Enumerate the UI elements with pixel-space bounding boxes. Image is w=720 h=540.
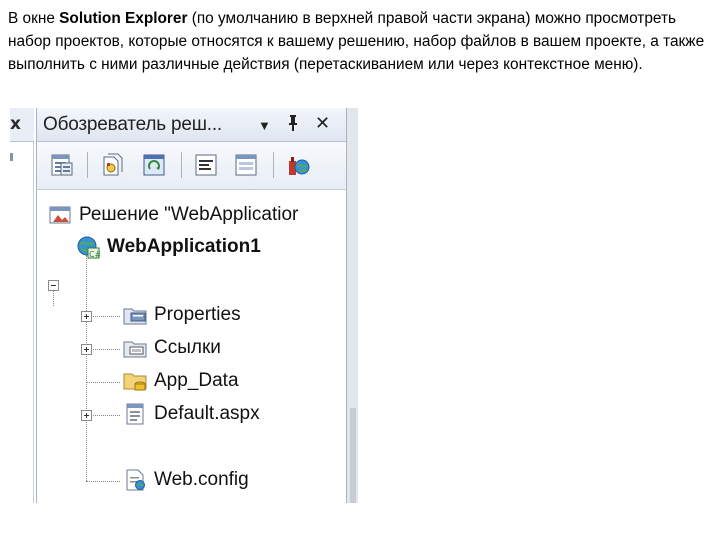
tree-item-label: WebApplication1 — [107, 236, 261, 257]
tree-line — [86, 481, 120, 482]
svg-text:C#: C# — [89, 250, 100, 259]
caption-bold: Solution Explorer — [59, 10, 188, 27]
tree-item-properties[interactable]: Properties — [123, 302, 241, 328]
explorer-toolbar — [37, 142, 346, 190]
tree-item-label: Default.aspx — [154, 403, 260, 424]
view-code-icon[interactable] — [193, 151, 219, 179]
tree-item-web-config[interactable]: Web.config — [123, 467, 249, 493]
close-icon[interactable]: ✕ — [315, 113, 330, 134]
show-all-files-icon[interactable] — [99, 151, 125, 179]
close-icon[interactable]: x — [10, 114, 21, 134]
tree-item-label: App_Data — [154, 370, 239, 391]
aspx-file-icon — [123, 402, 147, 426]
tree-item-solution[interactable]: Решение "WebApplicatior — [48, 202, 298, 228]
tree-item-project[interactable]: C# WebApplication1 — [76, 234, 261, 260]
folder-icon — [123, 369, 147, 393]
toolbar-separator — [273, 152, 274, 178]
config-file-icon — [123, 468, 147, 492]
scrollbar-thumb[interactable] — [350, 408, 356, 503]
collapse-toggle[interactable] — [48, 280, 59, 291]
solution-explorer: Обозреватель реш... ▼ ✕ Решение "WebAppl… — [36, 108, 347, 503]
solution-tree: Решение "WebApplicatior C# WebApplicatio… — [37, 190, 346, 502]
tree-item-references[interactable]: Ссылки — [123, 335, 221, 361]
left-pane-edge — [33, 142, 34, 503]
tree-item-label: Web.config — [154, 469, 249, 490]
caption-text: В окне Solution Explorer (по умолчанию в… — [8, 7, 708, 76]
left-pane-titlebar: x — [10, 108, 34, 142]
toolbar-separator — [181, 152, 182, 178]
explorer-titlebar[interactable]: Обозреватель реш... ▼ ✕ — [37, 108, 346, 142]
tree-line — [86, 382, 120, 383]
copy-website-icon[interactable] — [285, 151, 311, 179]
tree-line — [53, 290, 54, 306]
right-scrollbar[interactable] — [347, 108, 358, 503]
caption-pre: В окне — [8, 10, 60, 27]
pin-icon[interactable] — [286, 114, 300, 136]
properties-icon[interactable] — [49, 151, 75, 179]
expand-toggle[interactable] — [81, 344, 92, 355]
tree-item-label: Properties — [154, 304, 241, 325]
references-folder-icon — [123, 336, 147, 360]
view-designer-icon[interactable] — [233, 151, 259, 179]
expand-toggle[interactable] — [81, 410, 92, 421]
tree-item-label: Ссылки — [154, 337, 221, 358]
tree-item-app-data[interactable]: App_Data — [123, 368, 239, 394]
left-pane-strip: x — [10, 108, 34, 503]
solution-icon — [48, 203, 72, 227]
tree-item-default-aspx[interactable]: Default.aspx — [123, 401, 260, 427]
screenshot: x Обозреватель реш... ▼ ✕ Решение "WebAp… — [10, 108, 358, 503]
tree-item-label: Решение "WebApplicatior — [79, 204, 299, 225]
tree-line — [86, 255, 87, 481]
window-menu-icon[interactable]: ▼ — [258, 118, 271, 133]
expand-toggle[interactable] — [81, 311, 92, 322]
properties-folder-icon — [123, 303, 147, 327]
explorer-title: Обозреватель реш... — [43, 114, 222, 135]
left-pane-marker — [10, 153, 13, 161]
web-project-icon: C# — [76, 235, 100, 259]
refresh-icon[interactable] — [141, 151, 167, 179]
toolbar-separator — [87, 152, 88, 178]
